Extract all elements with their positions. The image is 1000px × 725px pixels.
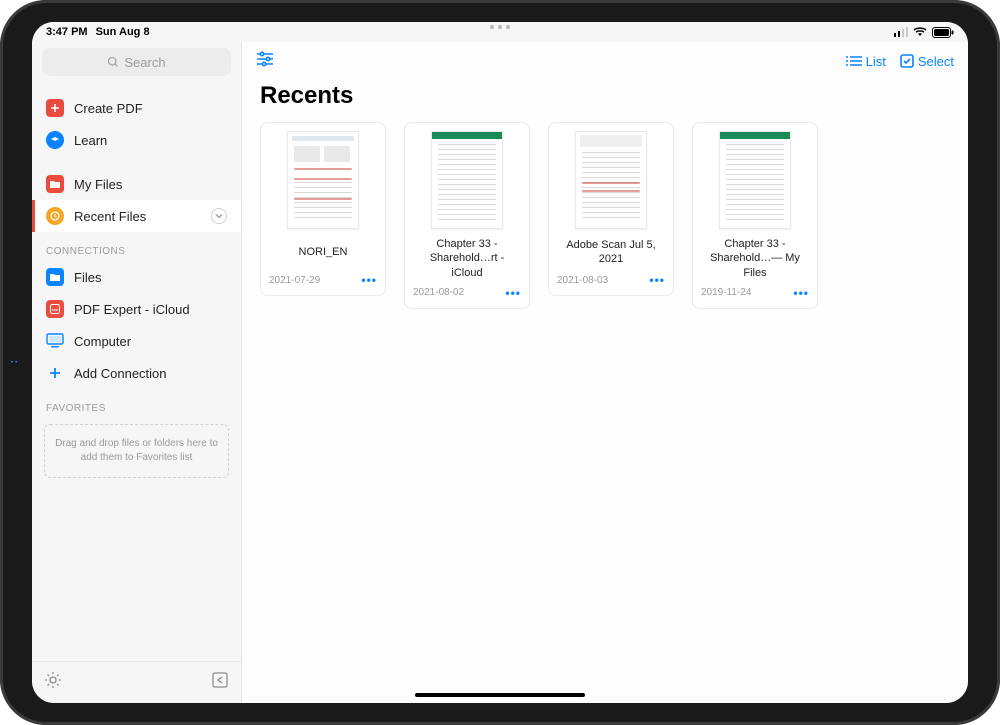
gear-icon (44, 671, 62, 689)
file-date: 2021-08-03 (557, 275, 608, 286)
more-button[interactable]: ••• (361, 273, 377, 287)
file-title: Chapter 33 - Sharehold…rt - iCloud (413, 237, 521, 280)
list-icon (846, 55, 862, 67)
section-favorites: FAVORITES (32, 389, 241, 418)
file-card[interactable]: Chapter 33 - Sharehold…— My Files 2019-1… (692, 122, 818, 309)
sidebar-item-label: My Files (74, 177, 122, 192)
select-label: Select (918, 54, 954, 69)
sidebar-item-label: Computer (74, 334, 131, 349)
sidebar-item-learn[interactable]: Learn (32, 124, 241, 156)
battery-icon (932, 27, 954, 38)
file-title: Chapter 33 - Sharehold…— My Files (701, 237, 809, 280)
select-button[interactable]: Select (900, 54, 954, 69)
plus-icon (46, 364, 64, 382)
file-card[interactable]: NORI_EN 2021-07-29 ••• (260, 122, 386, 296)
sidebar-item-computer[interactable]: Computer (32, 325, 241, 357)
file-card[interactable]: Adobe Scan Jul 5, 2021 2021-08-03 ••• (548, 122, 674, 296)
collapse-sidebar-button[interactable] (211, 671, 229, 694)
chevron-down-icon[interactable] (211, 208, 227, 224)
file-thumbnail (431, 131, 503, 229)
status-time: 3:47 PM (46, 26, 88, 38)
search-input[interactable]: Search (42, 48, 231, 76)
file-thumbnail (719, 131, 791, 229)
section-connections: CONNECTIONS (32, 232, 241, 261)
select-icon (900, 54, 914, 68)
learn-icon (46, 131, 64, 149)
sidebar-item-label: PDF Expert - iCloud (74, 302, 190, 317)
file-date: 2019-11-24 (701, 287, 751, 298)
collapse-icon (211, 671, 229, 689)
recent-icon (46, 207, 64, 225)
more-button[interactable]: ••• (649, 273, 665, 287)
myfiles-icon (46, 175, 64, 193)
search-icon (107, 56, 119, 68)
favorites-dropzone[interactable]: Drag and drop files or folders here to a… (44, 424, 229, 478)
file-thumbnail (575, 131, 647, 229)
filter-button[interactable] (256, 51, 274, 72)
sidebar-item-label: Files (74, 270, 101, 285)
computer-icon (46, 332, 64, 350)
search-placeholder: Search (124, 55, 165, 70)
toolbar: List Select (242, 42, 968, 80)
create-pdf-icon (46, 99, 64, 117)
sidebar-item-label: Recent Files (74, 209, 146, 224)
sidebar-item-label: Create PDF (74, 101, 143, 116)
list-view-button[interactable]: List (846, 54, 886, 69)
filter-icon (256, 51, 274, 67)
file-card[interactable]: Chapter 33 - Sharehold…rt - iCloud 2021-… (404, 122, 530, 309)
more-button[interactable]: ••• (793, 286, 809, 300)
sidebar-item-label: Learn (74, 133, 107, 148)
sidebar-footer (32, 661, 241, 703)
recents-grid: NORI_EN 2021-07-29 ••• Chapter 33 - Shar… (242, 122, 968, 309)
more-button[interactable]: ••• (505, 286, 521, 300)
sidebar-item-add-connection[interactable]: Add Connection (32, 357, 241, 389)
file-title: Adobe Scan Jul 5, 2021 (557, 237, 665, 267)
sidebar-item-label: Add Connection (74, 366, 167, 381)
page-title: Recents (242, 80, 968, 122)
pdfexpert-icloud-icon (46, 300, 64, 318)
file-thumbnail (287, 131, 359, 229)
home-indicator[interactable] (415, 693, 585, 697)
file-date: 2021-07-29 (269, 275, 320, 286)
main-panel: List Select Recents (242, 42, 968, 703)
list-label: List (866, 54, 886, 69)
multitask-dots[interactable] (490, 25, 510, 29)
files-icon (46, 268, 64, 286)
sidebar-item-create-pdf[interactable]: Create PDF (32, 92, 241, 124)
file-title: NORI_EN (299, 237, 348, 267)
cellular-icon (894, 27, 908, 37)
sidebar-item-my-files[interactable]: My Files (32, 168, 241, 200)
status-date: Sun Aug 8 (96, 26, 150, 38)
sidebar: Search Create PDF Learn (32, 42, 242, 703)
settings-button[interactable] (44, 671, 62, 694)
file-date: 2021-08-02 (413, 287, 464, 298)
sidebar-item-files[interactable]: Files (32, 261, 241, 293)
wifi-icon (913, 27, 927, 37)
sidebar-item-pdfexpert-icloud[interactable]: PDF Expert - iCloud (32, 293, 241, 325)
sidebar-item-recent-files[interactable]: Recent Files (32, 200, 241, 232)
frame-accent: •• (11, 360, 19, 366)
